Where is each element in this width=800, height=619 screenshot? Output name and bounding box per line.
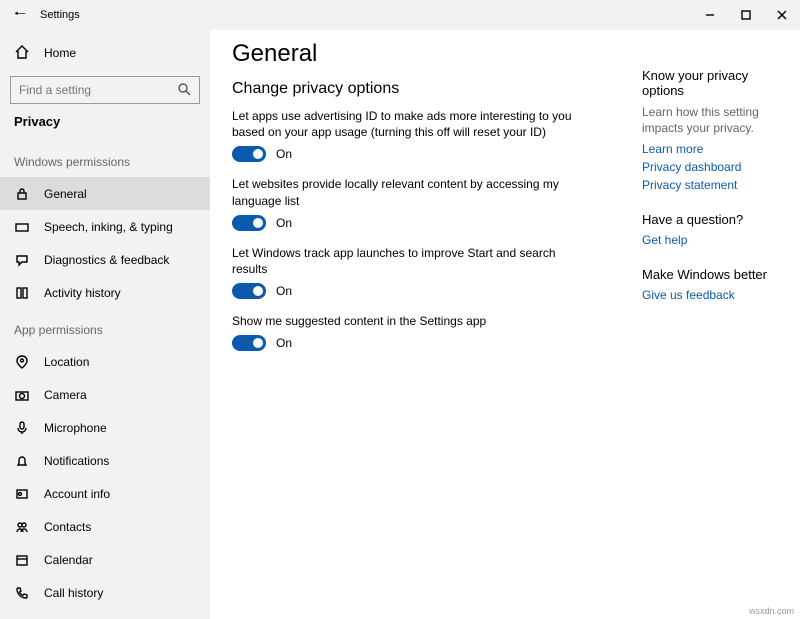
minimize-icon — [705, 10, 715, 20]
sidebar-item-label: Calendar — [44, 553, 93, 567]
toggle-state: On — [276, 284, 292, 298]
close-icon — [777, 10, 787, 20]
history-icon — [14, 285, 30, 301]
link-privacy-dashboard[interactable]: Privacy dashboard — [642, 160, 776, 174]
sidebar-item-label: Microphone — [44, 421, 107, 435]
bell-icon — [14, 453, 30, 469]
sidebar-item-label: Location — [44, 355, 89, 369]
minimize-button[interactable] — [692, 0, 728, 30]
toggle-state: On — [276, 216, 292, 230]
content-column: General Change privacy options Let apps … — [232, 40, 612, 619]
window-title: Settings — [40, 9, 80, 21]
keyboard-icon — [14, 219, 30, 235]
toggle-suggested-content[interactable] — [232, 335, 266, 351]
sidebar-item-account[interactable]: Account info — [0, 477, 210, 510]
setting-desc: Let apps use advertising ID to make ads … — [232, 108, 592, 140]
group-windows-permissions: Windows permissions — [0, 141, 210, 177]
setting-advertising-id: Let apps use advertising ID to make ads … — [232, 108, 612, 162]
search-icon — [177, 82, 191, 99]
feedback-icon — [14, 252, 30, 268]
info-privacy-sub: Learn how this setting impacts your priv… — [642, 104, 776, 136]
home-icon — [14, 44, 30, 63]
sidebar-item-email[interactable]: Email — [0, 609, 210, 619]
phone-icon — [14, 585, 30, 601]
sidebar-item-label: Speech, inking, & typing — [44, 220, 173, 234]
info-question-head: Have a question? — [642, 212, 776, 227]
setting-suggested-content: Show me suggested content in the Setting… — [232, 313, 612, 351]
sidebar-item-general[interactable]: General — [0, 177, 210, 210]
category-label: Privacy — [0, 114, 210, 141]
sidebar-item-label: Camera — [44, 388, 87, 402]
page-subtitle: Change privacy options — [232, 80, 612, 98]
link-learn-more[interactable]: Learn more — [642, 142, 776, 156]
link-get-help[interactable]: Get help — [642, 233, 776, 247]
sidebar-item-notifications[interactable]: Notifications — [0, 444, 210, 477]
info-feedback-head: Make Windows better — [642, 267, 776, 282]
main-area: General Change privacy options Let apps … — [210, 30, 800, 619]
sidebar-item-label: Activity history — [44, 286, 121, 300]
lock-icon — [14, 186, 30, 202]
sidebar-item-label: Notifications — [44, 454, 109, 468]
sidebar-item-diagnostics[interactable]: Diagnostics & feedback — [0, 243, 210, 276]
watermark: wsxdn.com — [749, 606, 794, 616]
account-icon — [14, 486, 30, 502]
home-nav[interactable]: Home — [0, 36, 210, 70]
toggle-advertising-id[interactable] — [232, 146, 266, 162]
maximize-button[interactable] — [728, 0, 764, 30]
setting-desc: Let websites provide locally relevant co… — [232, 176, 592, 208]
sidebar: Home Privacy Windows permissions General… — [0, 30, 210, 619]
maximize-icon — [741, 10, 751, 20]
info-column: Know your privacy options Learn how this… — [642, 40, 776, 619]
link-give-feedback[interactable]: Give us feedback — [642, 288, 776, 302]
sidebar-item-label: Account info — [44, 487, 110, 501]
toggle-app-launches[interactable] — [232, 283, 266, 299]
page-title: General — [232, 40, 612, 68]
setting-desc: Let Windows track app launches to improv… — [232, 245, 592, 277]
link-privacy-statement[interactable]: Privacy statement — [642, 178, 776, 192]
microphone-icon — [14, 420, 30, 436]
info-privacy-head: Know your privacy options — [642, 68, 776, 98]
contacts-icon — [14, 519, 30, 535]
sidebar-item-callhistory[interactable]: Call history — [0, 576, 210, 609]
search-box[interactable] — [10, 76, 200, 104]
sidebar-item-location[interactable]: Location — [0, 345, 210, 378]
camera-icon — [14, 387, 30, 403]
titlebar: 🠐 Settings — [0, 0, 800, 30]
sidebar-item-activity[interactable]: Activity history — [0, 276, 210, 309]
setting-app-launches: Let Windows track app launches to improv… — [232, 245, 612, 299]
toggle-state: On — [276, 336, 292, 350]
sidebar-item-label: Diagnostics & feedback — [44, 253, 169, 267]
toggle-state: On — [276, 147, 292, 161]
sidebar-item-camera[interactable]: Camera — [0, 378, 210, 411]
sidebar-item-label: Contacts — [44, 520, 91, 534]
sidebar-item-label: Call history — [44, 586, 103, 600]
location-icon — [14, 354, 30, 370]
sidebar-item-contacts[interactable]: Contacts — [0, 510, 210, 543]
home-label: Home — [44, 46, 76, 60]
setting-language-list: Let websites provide locally relevant co… — [232, 176, 612, 230]
toggle-language-list[interactable] — [232, 215, 266, 231]
calendar-icon — [14, 552, 30, 568]
sidebar-item-label: General — [44, 187, 87, 201]
group-app-permissions: App permissions — [0, 309, 210, 345]
sidebar-item-speech[interactable]: Speech, inking, & typing — [0, 210, 210, 243]
sidebar-item-calendar[interactable]: Calendar — [0, 543, 210, 576]
sidebar-item-microphone[interactable]: Microphone — [0, 411, 210, 444]
search-input[interactable] — [19, 83, 179, 97]
close-button[interactable] — [764, 0, 800, 30]
back-button[interactable]: 🠐 — [0, 3, 40, 27]
setting-desc: Show me suggested content in the Setting… — [232, 313, 592, 329]
